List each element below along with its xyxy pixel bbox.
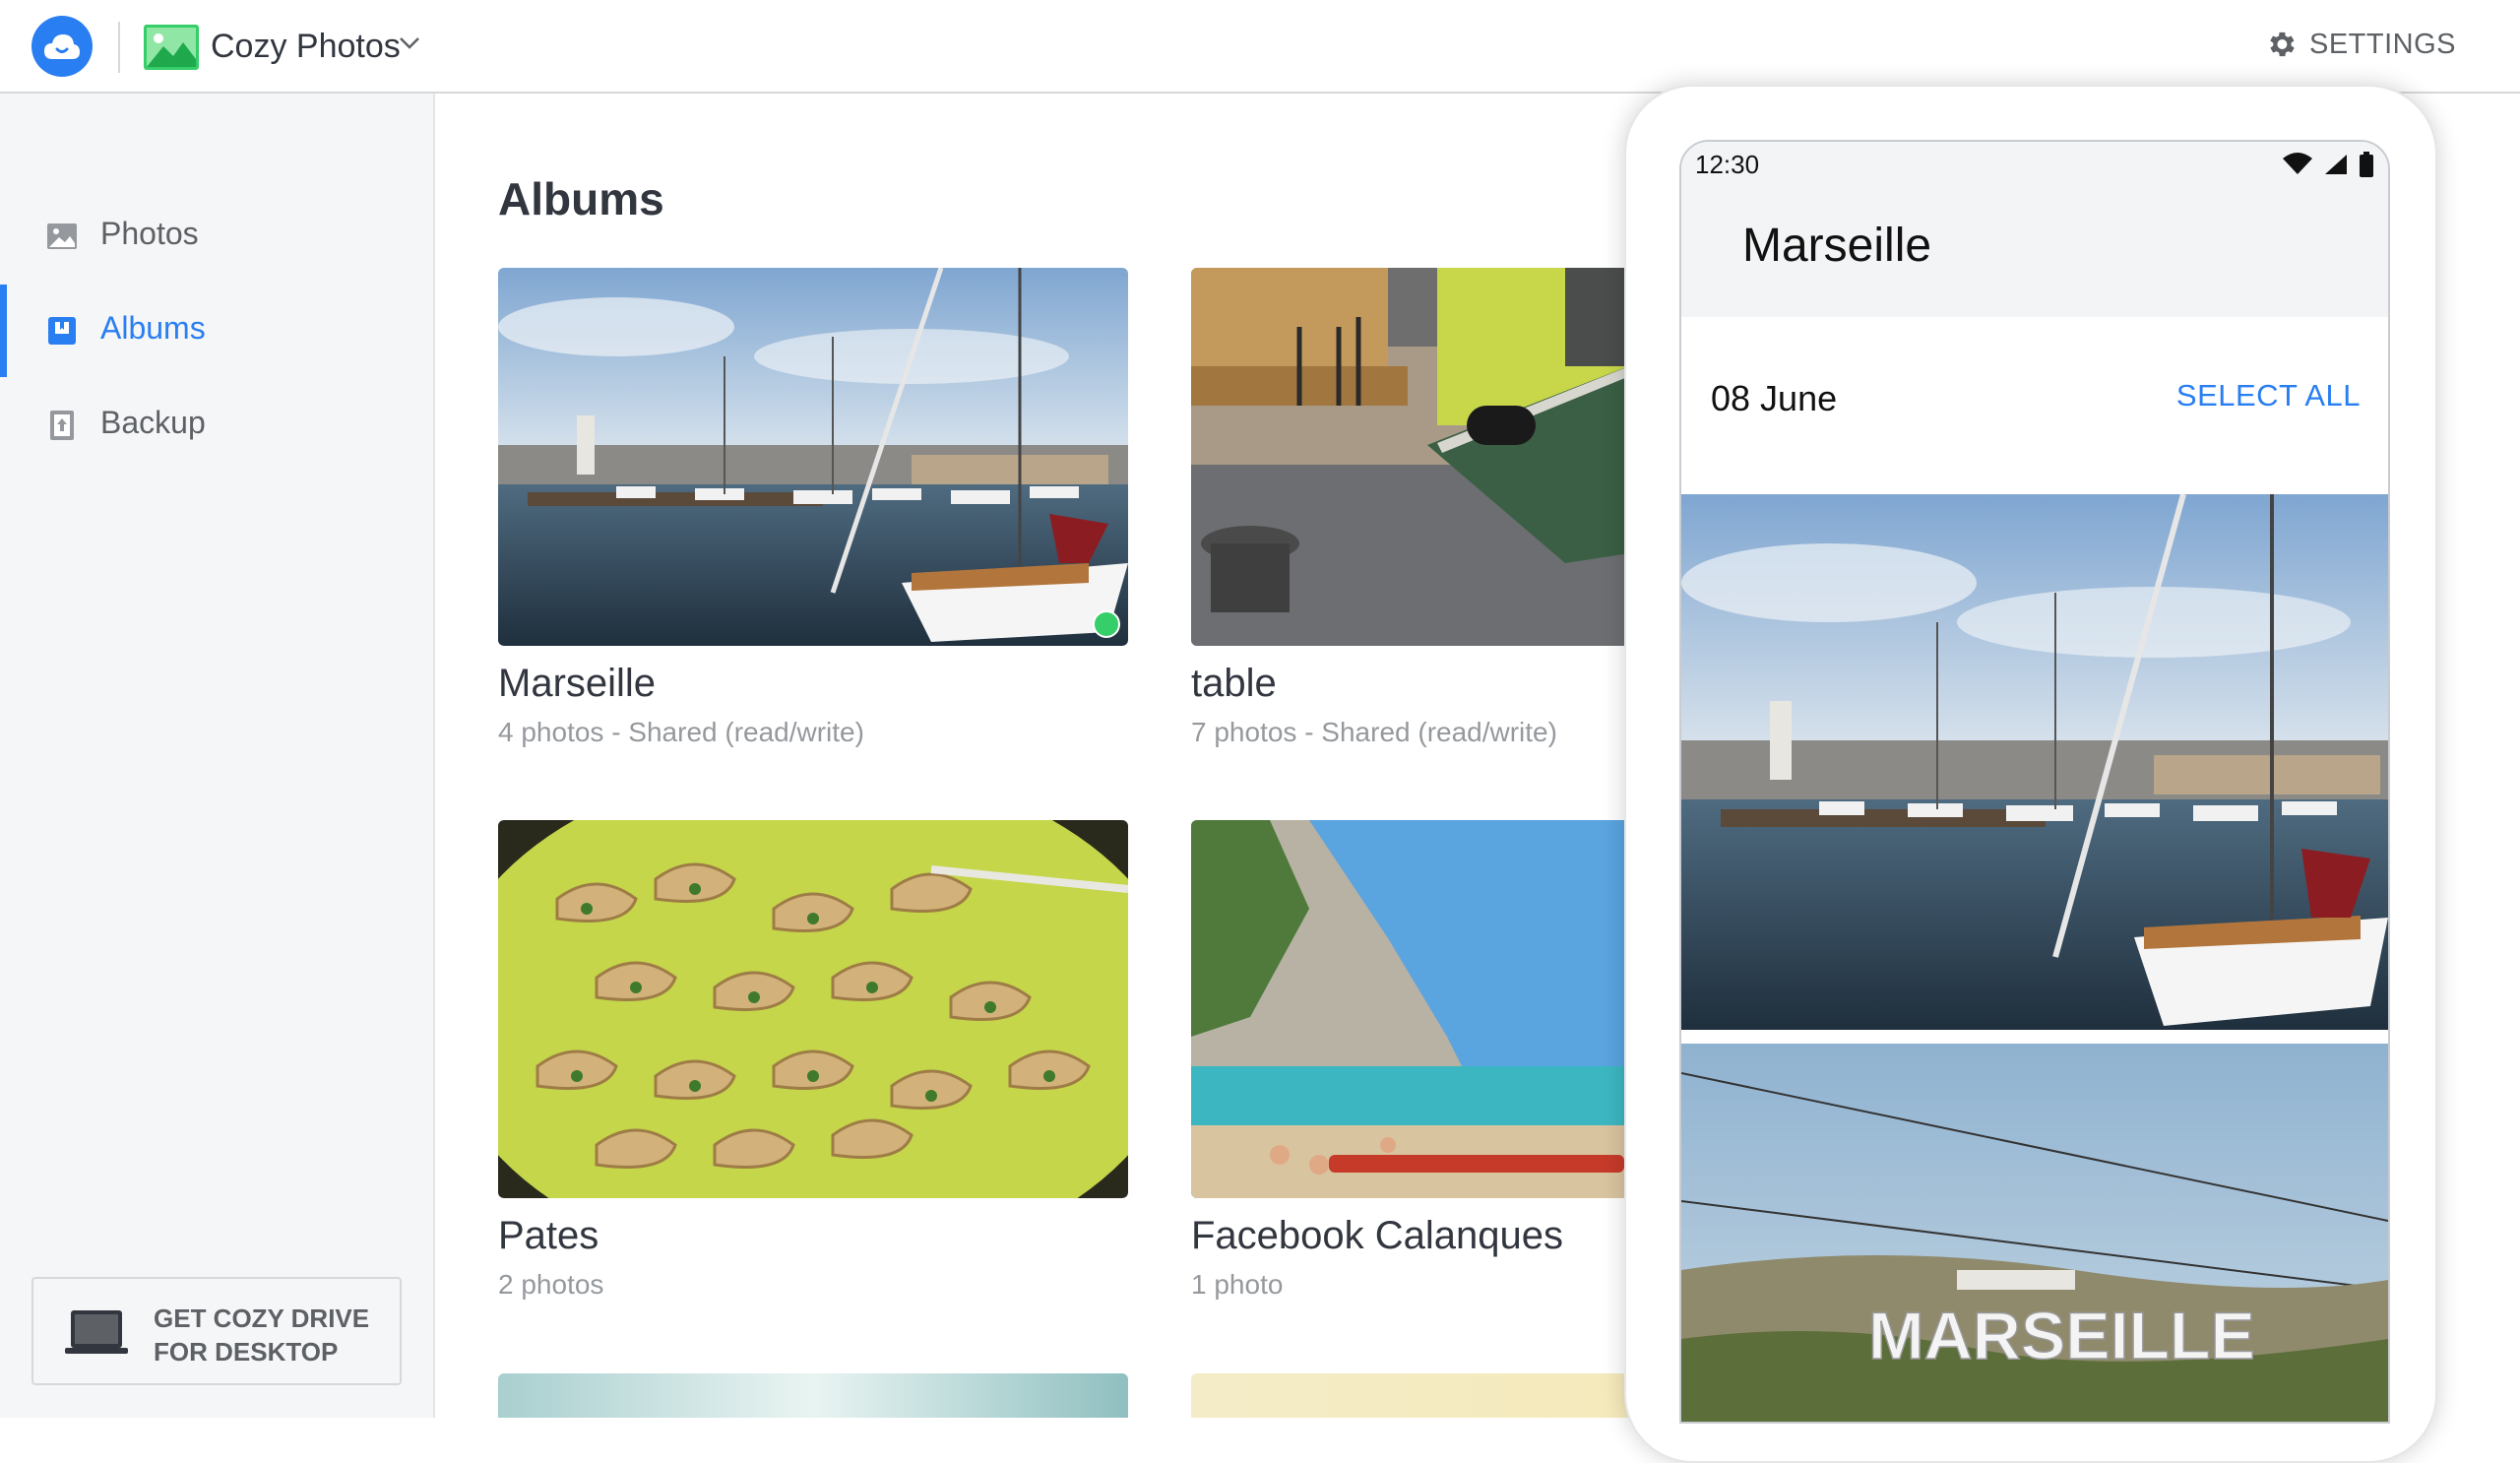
album-icon	[45, 314, 79, 348]
sidebar-item-albums[interactable]: Albums	[0, 285, 433, 377]
status-time: 12:30	[1695, 150, 1760, 179]
desktop-promo-line2: FOR DESKTOP	[154, 1337, 339, 1367]
phone-app-header: Marseille	[1681, 189, 2388, 317]
wifi-icon	[2283, 153, 2312, 174]
sidebar-item-label: Backup	[100, 405, 206, 440]
top-bar: Cozy Photos SETTINGS	[0, 0, 2520, 94]
cozy-cloud-logo-icon[interactable]	[32, 16, 93, 77]
phone-album-title: Marseille	[1742, 220, 1932, 272]
date-section-header: 08 June SELECT ALL	[1681, 317, 2388, 494]
get-cozy-drive-desktop-button[interactable]: GET COZY DRIVE FOR DESKTOP	[32, 1277, 402, 1385]
sidebar-item-label: Albums	[100, 310, 206, 346]
chevron-down-icon[interactable]	[398, 35, 421, 56]
photo-tile[interactable]	[1681, 494, 2388, 1030]
battery-icon	[2360, 152, 2373, 177]
phone-screen: 12:30 Marseille 08 June SELECT ALL MARSE…	[1679, 140, 2390, 1424]
album-name[interactable]: Facebook Calanques	[1191, 1214, 1563, 1258]
settings-button[interactable]: SETTINGS	[2264, 28, 2456, 61]
backup-icon	[45, 409, 79, 442]
album-meta: 4 photos - Shared (read/write)	[498, 717, 864, 747]
marseille-sign-text: MARSEILLE	[1868, 1299, 2255, 1373]
gear-icon	[2270, 32, 2295, 57]
page-title: Albums	[498, 173, 664, 224]
album-meta: 1 photo	[1191, 1269, 1284, 1300]
settings-label: SETTINGS	[2309, 28, 2457, 60]
header-divider	[118, 22, 120, 73]
photos-app-icon	[144, 25, 199, 70]
shared-badge-icon	[1093, 610, 1120, 638]
album-name[interactable]: Pates	[498, 1214, 598, 1258]
status-bar: 12:30	[1681, 142, 2388, 189]
album-thumbnail[interactable]	[498, 820, 1128, 1198]
album-name[interactable]: table	[1191, 662, 1277, 706]
laptop-icon	[65, 1308, 128, 1365]
app-title[interactable]: Cozy Photos	[211, 28, 401, 66]
desktop-promo-line1: GET COZY DRIVE	[154, 1304, 370, 1333]
album-thumbnail[interactable]	[498, 268, 1128, 646]
phone-mockup: 12:30 Marseille 08 June SELECT ALL MARSE…	[1624, 85, 2437, 1463]
select-all-button[interactable]: SELECT ALL	[2176, 378, 2361, 413]
sidebar-item-photos[interactable]: Photos	[0, 190, 433, 283]
album-card-partial[interactable]	[498, 1373, 1128, 1418]
album-card-marseille[interactable]: Marseille 4 photos - Shared (read/write)	[498, 268, 1128, 747]
album-meta: 7 photos - Shared (read/write)	[1191, 717, 1557, 747]
image-icon	[45, 220, 79, 253]
date-label: 08 June	[1711, 378, 1838, 418]
album-meta: 2 photos	[498, 1269, 604, 1300]
signal-icon	[2325, 155, 2347, 174]
album-name[interactable]: Marseille	[498, 662, 656, 706]
sidebar: Photos Albums Backup GET COZY DRIVE FOR …	[0, 94, 435, 1418]
sidebar-item-backup[interactable]: Backup	[0, 379, 433, 472]
photo-tile[interactable]: MARSEILLE	[1681, 1044, 2388, 1422]
sidebar-item-label: Photos	[100, 216, 199, 251]
desktop-promo-text: GET COZY DRIVE FOR DESKTOP	[154, 1302, 369, 1368]
album-card-pates[interactable]: Pates 2 photos	[498, 820, 1128, 1300]
